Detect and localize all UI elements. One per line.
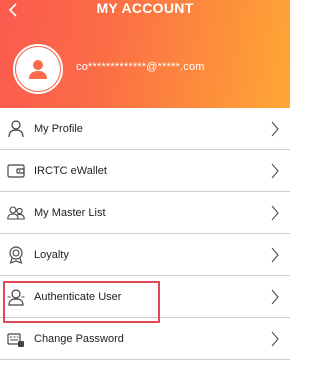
user-email: co*************@*****.com <box>76 61 205 73</box>
menu-item-loyalty[interactable]: Loyalty <box>0 234 290 276</box>
chevron-right-icon <box>271 163 279 179</box>
menu-item-label: My Master List <box>34 206 106 219</box>
menu-item-authenticate-user[interactable]: Authenticate User <box>0 276 290 318</box>
chevron-right-icon <box>271 205 279 221</box>
menu-item-my-master-list[interactable]: My Master List <box>0 192 290 234</box>
account-menu: My Profile IRCTC eWallet My Master List <box>0 108 290 360</box>
account-header: MY ACCOUNT co*************@*****.com <box>0 0 290 108</box>
menu-item-label: Authenticate User <box>34 290 122 303</box>
chevron-right-icon <box>271 247 279 263</box>
menu-item-label: Change Password <box>34 332 124 345</box>
person-icon <box>29 60 47 79</box>
wallet-icon <box>7 164 25 178</box>
chevron-right-icon <box>271 289 279 305</box>
page-title: MY ACCOUNT <box>96 0 194 16</box>
menu-item-my-profile[interactable]: My Profile <box>0 108 290 150</box>
user-check-icon <box>7 289 25 306</box>
menu-item-irctc-ewallet[interactable]: IRCTC eWallet <box>0 150 290 192</box>
keyboard-icon <box>7 333 24 347</box>
person-icon <box>8 120 24 138</box>
chevron-right-icon <box>271 331 279 347</box>
badge-icon <box>9 246 23 264</box>
users-icon <box>7 206 25 220</box>
avatar[interactable] <box>13 44 63 94</box>
menu-item-label: My Profile <box>34 122 83 135</box>
menu-item-label: IRCTC eWallet <box>34 164 107 177</box>
menu-item-change-password[interactable]: Change Password <box>0 318 290 360</box>
menu-item-label: Loyalty <box>34 248 69 261</box>
chevron-right-icon <box>271 121 279 137</box>
